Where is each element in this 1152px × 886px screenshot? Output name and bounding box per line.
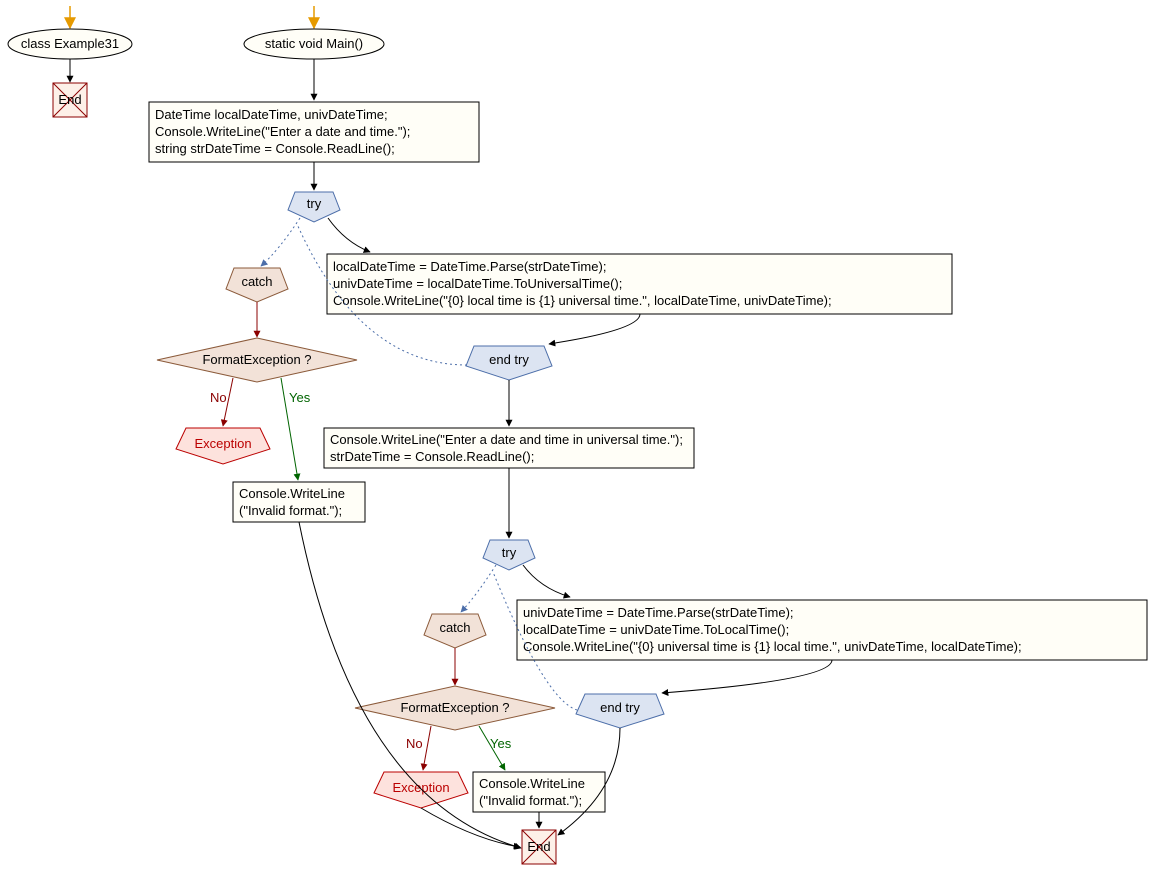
yes-label-1: Yes xyxy=(289,390,311,405)
body1-l2: univDateTime = localDateTime.ToUniversal… xyxy=(333,276,622,291)
invalid1-l2: ("Invalid format."); xyxy=(239,503,342,518)
end-label-1: End xyxy=(58,92,81,107)
body1-l1: localDateTime = DateTime.Parse(strDateTi… xyxy=(333,259,606,274)
endtry-label-2: end try xyxy=(600,700,640,715)
catch-label-1: catch xyxy=(241,274,272,289)
edge-exc2-to-end xyxy=(421,808,520,847)
end-terminal-2: End xyxy=(522,830,556,864)
class-oval-label: class Example31 xyxy=(21,36,119,51)
edge-fmt2-no xyxy=(423,726,431,770)
invalid1-l1: Console.WriteLine xyxy=(239,486,345,501)
decision-fmt-2-label: FormatException ? xyxy=(400,700,509,715)
invalid2-l2: ("Invalid format."); xyxy=(479,793,582,808)
end-terminal-1: End xyxy=(53,83,87,117)
block1-l3: string strDateTime = Console.ReadLine(); xyxy=(155,141,395,156)
flowchart-diagram: class Example31 End static void Main() D… xyxy=(0,0,1152,886)
exception-label-1: Exception xyxy=(194,436,251,451)
try-label-1: try xyxy=(307,196,322,211)
exception-label-2: Exception xyxy=(392,780,449,795)
body2-l2: localDateTime = univDateTime.ToLocalTime… xyxy=(523,622,789,637)
edge-try1-to-body1 xyxy=(328,218,370,252)
edge-try2-to-catch2 xyxy=(461,565,496,612)
block2-l1: Console.WriteLine("Enter a date and time… xyxy=(330,432,683,447)
yes-label-2: Yes xyxy=(490,736,512,751)
block2-l2: strDateTime = Console.ReadLine(); xyxy=(330,449,534,464)
body2-l1: univDateTime = DateTime.Parse(strDateTim… xyxy=(523,605,794,620)
no-label-1: No xyxy=(210,390,227,405)
edge-try2-to-body2 xyxy=(523,565,570,597)
decision-fmt-1-label: FormatException ? xyxy=(202,352,311,367)
invalid2-l1: Console.WriteLine xyxy=(479,776,585,791)
body1-l3: Console.WriteLine("{0} local time is {1}… xyxy=(333,293,832,308)
try-label-2: try xyxy=(502,545,517,560)
main-oval-label: static void Main() xyxy=(265,36,363,51)
catch-label-2: catch xyxy=(439,620,470,635)
endtry-label-1: end try xyxy=(489,352,529,367)
block1-l2: Console.WriteLine("Enter a date and time… xyxy=(155,124,410,139)
block1-l1: DateTime localDateTime, univDateTime; xyxy=(155,107,388,122)
edge-body2-to-endtry2 xyxy=(662,660,832,693)
edge-body1-to-endtry1 xyxy=(549,314,640,344)
no-label-2: No xyxy=(406,736,423,751)
end-label-2: End xyxy=(527,839,550,854)
body2-l3: Console.WriteLine("{0} universal time is… xyxy=(523,639,1022,654)
edge-try1-to-catch1 xyxy=(261,218,300,266)
